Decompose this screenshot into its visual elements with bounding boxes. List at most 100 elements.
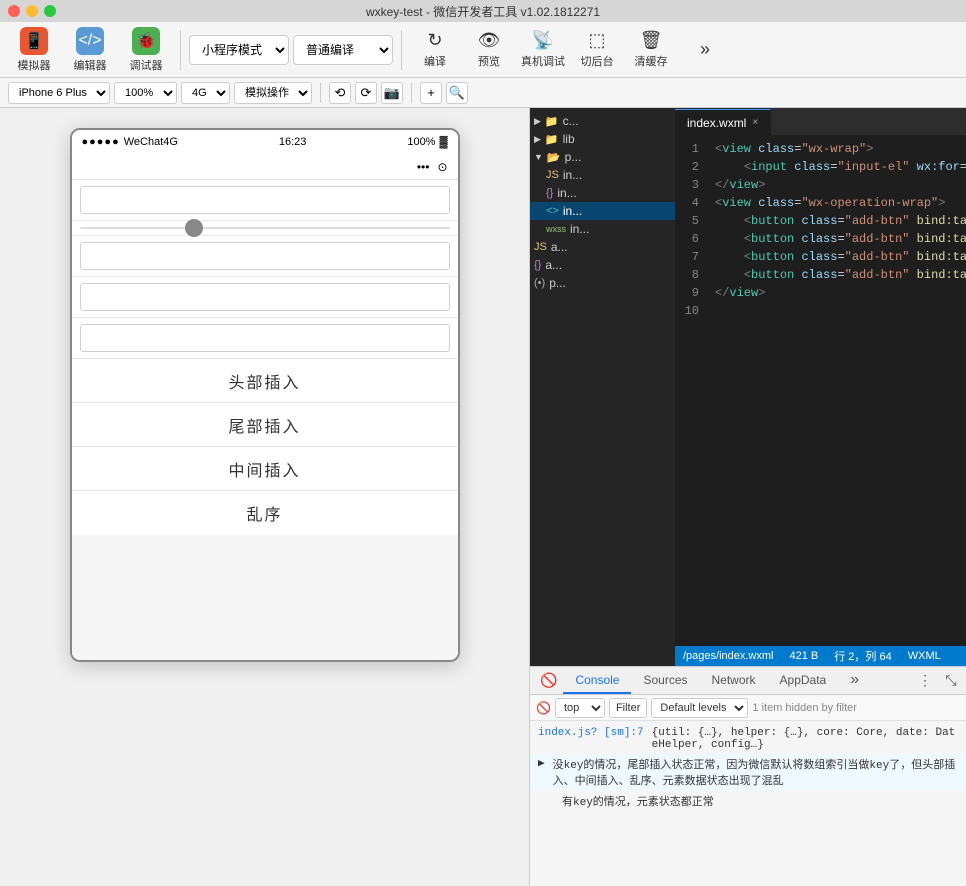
file-tree-item-lib[interactable]: ▶ 📁 lib [530,130,675,148]
js-icon-1: JS [546,169,559,181]
nav-dots[interactable]: ••• [417,160,430,174]
sub-separator [320,83,321,103]
wxss-icon: wxss [546,224,566,234]
insert-between-button[interactable]: 中间插入 [72,447,458,491]
slider-input[interactable] [80,227,450,229]
console-output: index.js? [sm]:7 {util: {…}, helper: {…}… [530,721,966,886]
devtools-tab-network[interactable]: Network [700,668,768,694]
console-source-1[interactable]: index.js? [sm]:7 [538,727,644,739]
file-tree-item-c[interactable]: ▶ 📁 c... [530,112,675,130]
input-row-slider [72,221,458,236]
compile-icon: ↻ [427,30,442,51]
devtools-menu-button[interactable]: ⋮ [914,670,936,692]
editor-tab-indexwxml[interactable]: index.wxml × [675,109,771,135]
console-text-3: 有key的情况，元素状态都正常 [562,793,958,809]
level-select[interactable]: Default levels [651,698,748,718]
block-icon[interactable]: 🚫 [536,701,551,715]
status-file: /pages/index.wxml [683,650,774,662]
expand-arrow-2[interactable]: ▶ [538,756,545,770]
editor-button[interactable]: </> 编辑器 [64,25,116,75]
insert-head-button[interactable]: 头部插入 [72,359,458,403]
file-tree-item-json1[interactable]: {} in... [530,184,675,202]
toolbar: 📱 模拟器 </> 编辑器 🐞 调试器 小程序模式 普通编译 ↻ 编译 👁 预览… [0,22,966,78]
devtools-tab-appdata[interactable]: AppData [768,668,839,694]
editor-tabs: index.wxml × [675,108,966,136]
clear-label: 清缓存 [635,53,668,69]
input-row-3 [72,277,458,318]
text-input-3[interactable] [80,283,450,311]
tab-close-indexwxml[interactable]: × [752,117,758,128]
minimize-button[interactable] [26,5,38,17]
device-debug-button[interactable]: 📡 真机调试 [518,30,568,69]
maximize-button[interactable] [44,5,56,17]
preview-button[interactable]: 👁 预览 [464,30,514,69]
status-left: ●●●●● WeChat4G [82,136,178,148]
devtools-more-tabs[interactable]: » [838,668,871,694]
add-page-button[interactable]: + [420,82,442,104]
network-select[interactable]: 4G [181,82,230,104]
code-line-2: 2 <input class="input-el" wx:for="{{inpu… [675,158,966,176]
code-editor[interactable]: 1 <view class="wx-wrap"> 2 <input class=… [675,136,966,646]
mode-select[interactable]: 小程序模式 [189,35,289,65]
simulator-panel: ●●●●● WeChat4G 16:23 100% ▓ ••• ⊙ [0,108,530,886]
operation-select[interactable]: 模拟操作 [234,82,312,104]
close-button[interactable] [8,5,20,17]
cutback-label: 切后台 [581,53,614,69]
cutback-button[interactable]: ⬚ 切后台 [572,30,622,69]
zoom-select[interactable]: 100% [114,82,177,104]
insert-tail-button[interactable]: 尾部插入 [72,403,458,447]
tab-label-indexwxml: index.wxml [687,116,746,130]
editor-icon: </> [76,27,104,55]
file-tree-item-pother[interactable]: (•) p... [530,274,675,292]
editor-status-bar: /pages/index.wxml 421 B 行 2，列 64 WXML [675,646,966,666]
devtools-tab-console[interactable]: Console [563,668,631,694]
devtools-tab-bar: 🚫 Console Sources Network AppData » ⋮ ⤡ [530,667,966,695]
screenshot-button[interactable]: 📷 [381,82,403,104]
folder-icon-p: 📂 [547,151,561,164]
console-text-1: {util: {…}, helper: {…}, core: Core, dat… [652,727,958,751]
file-tree-item-js1[interactable]: JS in... [530,166,675,184]
code-line-7: 7 <button class="add-btn" bind:tap="inse… [675,248,966,266]
status-right: 100% ▓ [407,136,447,148]
rotate-left-button[interactable]: ⟲ [329,82,351,104]
phone-status-bar: ●●●●● WeChat4G 16:23 100% ▓ [72,130,458,154]
file-tree-item-ajs[interactable]: JS a... [530,238,675,256]
status-lang: WXML [908,650,941,662]
reverse-button[interactable]: 乱序 [72,491,458,535]
file-label-pother: p... [549,276,566,290]
file-tree-item-ajson[interactable]: {} a... [530,256,675,274]
debugger-button[interactable]: 🐞 调试器 [120,25,172,75]
text-input-1[interactable] [80,186,450,214]
filter-button[interactable]: Filter [609,698,647,718]
file-label-wxss: in... [570,222,589,236]
device-select[interactable]: iPhone 6 Plus [8,82,110,104]
sub-separator-2 [411,83,412,103]
context-select[interactable]: top [555,698,605,718]
file-tree-item-p[interactable]: ▼ 📂 p... [530,148,675,166]
more-button[interactable]: » [680,39,730,60]
editor-main: index.wxml × 1 <view class="wx-wrap"> 2 … [675,108,966,666]
record-icon[interactable]: ⊙ [437,160,447,174]
status-pos: 行 2，列 64 [834,648,891,664]
other-icon-p: (•) [534,277,545,289]
devtools-tab-icons: ⋮ ⤡ [914,670,962,692]
battery-icon: ▓ [439,136,447,148]
devtools-undock-button[interactable]: ⤡ [940,670,962,692]
simulator-button[interactable]: 📱 模拟器 [8,25,60,75]
compile-button[interactable]: ↻ 编译 [410,30,460,69]
code-line-8: 8 <button class="add-btn" bind:tap="reve… [675,266,966,284]
devtools-ban-icon[interactable]: 🚫 [534,672,563,689]
file-tree-item-wxss[interactable]: wxss in... [530,220,675,238]
rotate-right-button[interactable]: ⟳ [355,82,377,104]
file-tree-item-xml1[interactable]: <> in... [530,202,675,220]
text-input-2[interactable] [80,242,450,270]
text-input-4[interactable] [80,324,450,352]
devtools-tab-sources[interactable]: Sources [631,668,699,694]
debugger-label: 调试器 [130,57,163,73]
clear-button[interactable]: 🗑 清缓存 [626,30,676,69]
debugger-icon: 🐞 [132,27,160,55]
search-page-button[interactable]: 🔍 [446,82,468,104]
code-line-4: 4 <view class="wx-operation-wrap"> [675,194,966,212]
code-section: ▶ 📁 c... ▶ 📁 lib ▼ 📂 p... [530,108,966,666]
compile-select[interactable]: 普通编译 [293,35,393,65]
